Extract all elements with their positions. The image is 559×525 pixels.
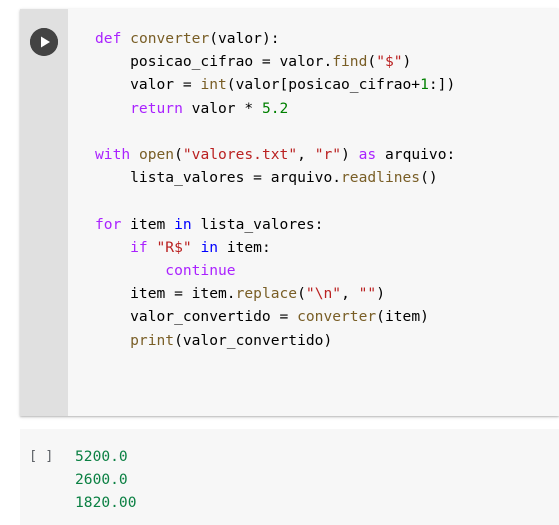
code-editor[interactable]: def converter(valor): posicao_cifrao = v…	[68, 9, 559, 416]
code-text: def converter(valor): posicao_cifrao = v…	[95, 30, 456, 349]
output-text: 5200.0 2600.0 1820.00	[75, 448, 137, 512]
cell-output: [ ] 5200.0 2600.0 1820.00	[20, 429, 559, 525]
code-cell-gutter	[20, 9, 68, 416]
code-cell[interactable]: def converter(valor): posicao_cifrao = v…	[20, 9, 559, 416]
play-icon	[30, 28, 58, 56]
run-cell-button[interactable]	[30, 28, 58, 56]
output-prompt: [ ]	[29, 448, 54, 464]
